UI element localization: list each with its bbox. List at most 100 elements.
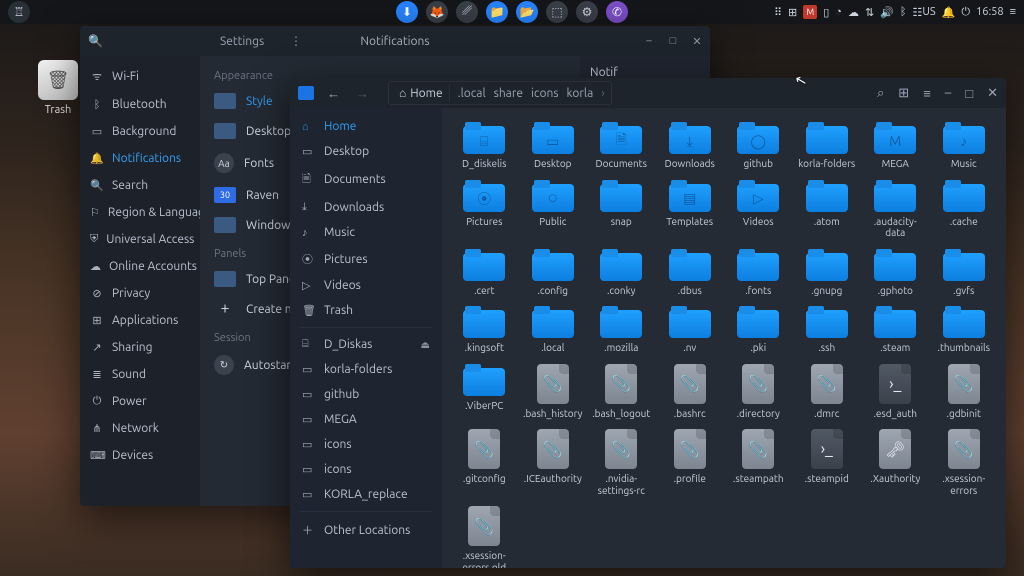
bookmark-icons[interactable]: ▭icons [290,432,442,457]
places-documents[interactable]: 🗎Documents [290,164,442,195]
file-item[interactable]: 📎.gitconfig [452,427,517,498]
file-item[interactable]: .cert [452,247,517,299]
file-item[interactable]: 📎.ICEauthority [521,427,586,498]
file-item[interactable]: .local [521,304,586,356]
file-item[interactable]: ▭Desktop [521,120,586,172]
tray-cloud-icon[interactable]: ☁ [848,6,859,19]
places-desktop[interactable]: ▭Desktop [290,139,442,164]
file-item[interactable]: .thumbnails [932,304,997,356]
files-view-icon[interactable]: ⊞ [898,86,909,101]
file-item[interactable]: 📎.bash_history [521,362,586,422]
tray-dots-icon[interactable]: ⠿ [774,6,782,19]
file-item[interactable]: .kingsoft [452,304,517,356]
settings-nav-devices[interactable]: ⌨Devices [80,442,200,469]
files-min-button[interactable]: – [945,86,951,100]
file-item[interactable]: ♪Music [932,120,997,172]
tray-layout[interactable]: ☷ US [912,6,935,19]
file-item[interactable]: .steam [863,304,928,356]
file-item[interactable]: .gvfs [932,247,997,299]
tray-expand-icon[interactable]: ≡ [1010,6,1016,18]
places-music[interactable]: ♪Music [290,220,442,245]
file-item[interactable]: ›_.steampid [795,427,860,498]
desktop-trash[interactable]: 🗑 Trash [30,60,86,116]
dock-cube-icon[interactable]: ⬚ [546,1,568,23]
settings-nav-applications[interactable]: ⊞Applications [80,307,200,334]
file-item[interactable]: .ssh [795,304,860,356]
breadcrumb-.local[interactable]: .local [454,85,490,102]
file-item[interactable]: ◯github [726,120,791,172]
settings-kebab-icon[interactable]: ⋮ [290,34,302,48]
file-item[interactable]: 📎.gdbinit [932,362,997,422]
file-item[interactable]: .ViberPC [452,362,517,422]
tray-bt-icon[interactable]: ᛒ [900,6,907,18]
file-item[interactable]: 𖧋Public [521,178,586,241]
files-back-button[interactable]: ← [324,86,343,101]
settings-nav-search[interactable]: 🔍Search [80,172,200,199]
file-item[interactable]: 📎.bash_logout [589,362,654,422]
breadcrumb-korla[interactable]: korla [563,85,598,102]
tray-volume-icon[interactable]: 🔊 [880,6,894,19]
files-titlebar[interactable]: ← → ⌂Home .localshareiconskorla › ⌕ ⊞ ≡ … [290,78,1006,108]
settings-nav-universal-access[interactable]: ⛨Universal Access [80,226,200,253]
file-item[interactable]: 📎.directory [726,362,791,422]
file-item[interactable]: 📎.xsession-errors.old [452,504,517,568]
places-videos[interactable]: ▷Videos [290,273,442,298]
file-item[interactable]: MMEGA [863,120,928,172]
settings-titlebar[interactable]: 🔍 Settings ⋮ Notifications – □ ✕ [80,26,710,56]
dock-folder-icon[interactable]: 📁 [486,1,508,23]
settings-max-button[interactable]: □ [666,34,680,48]
file-item[interactable]: 📎.dmrc [795,362,860,422]
settings-nav-sharing[interactable]: ↗Sharing [80,334,200,361]
dock-firefox-icon[interactable]: 🦊 [426,1,448,23]
bookmark-korla-folders[interactable]: ▭korla-folders [290,357,442,382]
file-item[interactable]: ▷Videos [726,178,791,241]
file-item[interactable]: ⤓Downloads [658,120,723,172]
file-item[interactable]: ▤Templates [658,178,723,241]
settings-nav-network[interactable]: ⋔Network [80,415,200,442]
file-item[interactable]: 🗎Documents [589,120,654,172]
files-forward-button[interactable]: → [353,86,372,101]
tray-phone-icon[interactable]: ▯ [823,6,829,19]
file-item[interactable]: .cache [932,178,997,241]
file-item[interactable]: 📎.bashrc [658,362,723,422]
settings-nav-privacy[interactable]: ⊘Privacy [80,280,200,307]
tray-clock[interactable]: 16:58 [976,6,1004,18]
places-downloads[interactable]: ⤓Downloads [290,195,442,220]
files-max-button[interactable]: □ [965,86,973,101]
file-item[interactable]: ›_.esd_auth [863,362,928,422]
tray-bell-icon[interactable]: 🔔 [942,6,956,19]
tray-grid-icon[interactable]: ⊞ [788,6,797,19]
eject-icon[interactable]: ⏏ [421,339,430,351]
breadcrumb-share[interactable]: share [490,85,527,102]
settings-nav-wi-fi[interactable]: ᯤWi-Fi [80,62,200,91]
file-item[interactable]: .nv [658,304,723,356]
file-item[interactable]: ⌸D_diskelis [452,120,517,172]
dock-settings-icon[interactable]: ⚙ [576,1,598,23]
tray-net-icon[interactable]: ⇅ [865,6,874,19]
file-item[interactable]: 📎.steampath [726,427,791,498]
settings-min-button[interactable]: – [642,34,656,48]
dock-folder-open-icon[interactable]: 📂 [516,1,538,23]
settings-nav-notifications[interactable]: 🔔Notifications [80,145,200,172]
file-item[interactable]: 📎.profile [658,427,723,498]
file-item[interactable]: .gnupg [795,247,860,299]
bookmark-github[interactable]: ▭github [290,382,442,407]
file-item[interactable]: 🗝.Xauthority [863,427,928,498]
settings-nav-region-language[interactable]: ⚐Region & Language [80,199,200,226]
settings-search-icon[interactable]: 🔍 [88,34,103,48]
breadcrumb-more-icon[interactable]: › [601,87,604,100]
other-locations[interactable]: ＋Other Locations [290,516,442,544]
files-search-icon[interactable]: ⌕ [877,86,884,101]
bookmark-icons[interactable]: ▭icons [290,457,442,482]
files-hamburger-icon[interactable]: ≡ [923,86,931,101]
file-item[interactable]: .mozilla [589,304,654,356]
settings-nav-bluetooth[interactable]: ᛒBluetooth [80,91,200,118]
file-item[interactable]: 📎.xsession-errors [932,427,997,498]
settings-nav-power[interactable]: ⏻Power [80,388,200,415]
places-home[interactable]: ⌂Home [290,114,442,139]
settings-nav-sound[interactable]: ≣Sound [80,361,200,388]
breadcrumb-icons[interactable]: icons [527,85,563,102]
file-item[interactable]: .pki [726,304,791,356]
dock-terminal-icon[interactable]: ␥ [456,1,478,23]
file-item[interactable]: .gphoto [863,247,928,299]
